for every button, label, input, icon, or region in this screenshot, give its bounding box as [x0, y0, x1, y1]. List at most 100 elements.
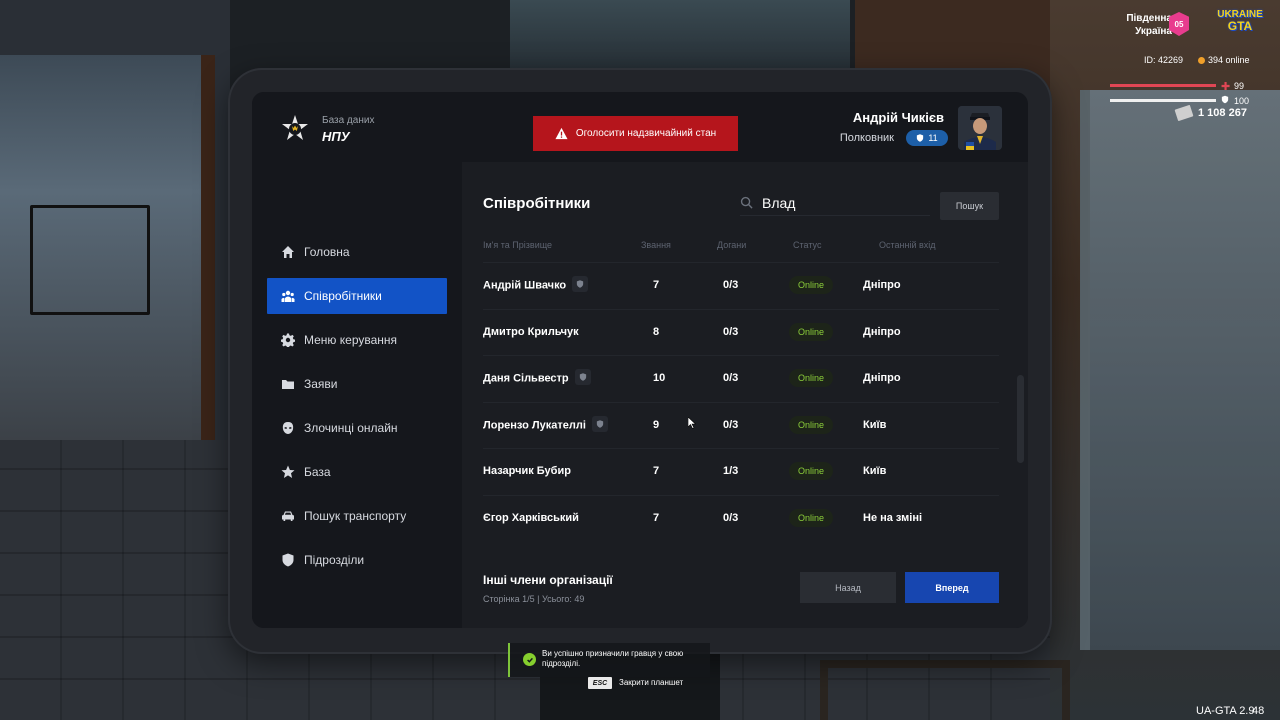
health-value: 99: [1234, 81, 1245, 91]
hud-region: Південна Україна: [1126, 12, 1172, 38]
employee-name-cell: Лорензо Лукателлі: [483, 415, 608, 432]
sidebar-item-criminals-online[interactable]: Злочинці онлайн: [267, 410, 447, 446]
search-icon: [740, 196, 753, 209]
employee-name: Назарчик Бубир: [483, 465, 571, 477]
shield-icon: [281, 553, 295, 567]
scene-window: [0, 55, 215, 445]
column-header-last-login: Останній вхід: [879, 240, 936, 250]
sidebar-item-label: Підрозділи: [304, 553, 365, 567]
employee-name: Єгор Харківський: [483, 511, 579, 524]
warning-icon: [555, 127, 568, 140]
employee-name-cell: Даня Сільвестр: [483, 369, 591, 385]
status-badge: Online: [789, 276, 833, 294]
employee-rank: 7: [653, 465, 660, 477]
employee-last-login: Київ: [863, 465, 887, 477]
employee-rank: 7: [653, 511, 660, 524]
prev-page-button[interactable]: Назад: [800, 572, 896, 603]
emergency-button[interactable]: Оголосити надзвичайний стан: [533, 116, 738, 151]
users-icon: [281, 289, 295, 303]
search-button[interactable]: Пошук: [940, 192, 999, 220]
hud-player-id: ID: 42269: [1144, 55, 1184, 65]
mouse-cursor-icon: [688, 417, 696, 429]
pagination-info: Сторінка 1/5 | Усього: 49: [483, 594, 585, 604]
user-rank: Полковник: [839, 132, 894, 144]
employee-name: Даня Сільвестр: [483, 372, 569, 385]
status-badge: Online: [789, 369, 833, 387]
mask-icon: [281, 421, 295, 435]
server-logo-line2: GTA: [1227, 19, 1253, 33]
sidebar-item-home[interactable]: Головна: [267, 234, 447, 270]
sidebar-item-vehicle-search[interactable]: Пошук транспорту: [267, 498, 447, 534]
employee-rank: 10: [653, 372, 666, 384]
employee-name-cell: Андрій Швачко: [483, 276, 589, 292]
column-header-reprimands: Догани: [717, 240, 747, 250]
home-icon: [281, 245, 295, 259]
employee-name: Лорензо Лукателлі: [483, 418, 586, 431]
armor-shield-icon: [1221, 95, 1229, 104]
employee-last-login: Не на зміні: [863, 511, 923, 524]
armor-value: 100: [1234, 96, 1250, 106]
fps-counter: 48: [1252, 705, 1265, 717]
employee-reprimands: 0/3: [723, 372, 739, 384]
sidebar-item-applications[interactable]: Заяви: [267, 366, 447, 402]
employee-last-login: Київ: [863, 418, 887, 431]
armor-bar: [1110, 99, 1216, 102]
employee-rank: 7: [653, 279, 660, 291]
column-header-status: Статус: [793, 240, 822, 250]
hud-region-line2: Україна: [1135, 26, 1172, 37]
division-badge-icon: [574, 369, 591, 385]
folder-icon: [281, 377, 295, 391]
emergency-button-label: Оголосити надзвичайний стан: [575, 128, 717, 139]
page-title: Співробітники: [483, 195, 591, 212]
hud-online-text: 394 online: [1208, 55, 1250, 65]
table-row[interactable]: Лорензо Лукателлі 9 0/3 Online Київ: [483, 401, 999, 449]
server-logo: UKRAINE GTA: [1212, 10, 1268, 38]
division-badge-icon: [591, 415, 608, 432]
employee-last-login: Дніпро: [863, 325, 901, 338]
success-check-icon: [523, 653, 536, 666]
scene-glass-door: [1080, 90, 1280, 650]
sidebar-item-control-menu[interactable]: Меню керування: [267, 322, 447, 358]
brand-name: НПУ: [322, 129, 350, 144]
rank-level: 11: [928, 133, 938, 143]
next-page-button[interactable]: Вперед: [905, 572, 999, 603]
shield-icon: [917, 134, 924, 142]
health-cross-icon: ✚: [1221, 81, 1231, 93]
employee-rank: 8: [653, 325, 660, 338]
scene-floor-frame: [820, 660, 1070, 720]
avatar[interactable]: [958, 106, 1002, 150]
gear-icon: [281, 333, 295, 347]
table-header: Ім'я та Прізвище Звання Догани Статус Ос…: [483, 240, 999, 260]
employees-table: Андрій Швачко 7 0/3 Online Дніпро Дмитро…: [483, 262, 999, 541]
sidebar-item-employees[interactable]: Співробітники: [267, 278, 447, 314]
employee-last-login: Дніпро: [863, 279, 901, 291]
search-field: [740, 190, 930, 216]
status-badge: Online: [789, 322, 833, 341]
employee-reprimands: 0/3: [723, 325, 739, 338]
employee-reprimands: 1/3: [723, 465, 739, 477]
employee-reprimands: 0/3: [723, 511, 739, 524]
table-row[interactable]: Єгор Харківський 7 0/3 Online Не на змін…: [483, 494, 999, 542]
table-row[interactable]: Назарчик Бубир 7 1/3 Online Київ: [483, 448, 999, 495]
employee-last-login: Дніпро: [863, 372, 901, 384]
table-row[interactable]: Дмитро Крильчук 8 0/3 Online Дніпро: [483, 308, 999, 356]
esc-key-hint: ESC: [588, 677, 612, 689]
sidebar: База даних НПУ Головна Співробітники Мен…: [252, 92, 462, 628]
table-row[interactable]: Даня Сільвестр 10 0/3 Online Дніпро: [483, 355, 999, 402]
search-input[interactable]: [762, 194, 922, 211]
close-tablet-hint: Закрити планшет: [619, 678, 684, 687]
sidebar-item-divisions[interactable]: Підрозділи: [267, 542, 447, 578]
employee-reprimands: 0/3: [723, 279, 739, 291]
employee-rank: 9: [653, 418, 660, 431]
column-header-rank: Звання: [641, 240, 671, 250]
sidebar-item-label: Головна: [304, 245, 350, 259]
table-scrollbar[interactable]: [1017, 375, 1024, 463]
sidebar-item-label: Заяви: [304, 377, 338, 391]
sidebar-item-label: Меню керування: [304, 333, 398, 347]
sidebar-item-label: База: [304, 465, 331, 479]
sidebar-item-database[interactable]: База: [267, 454, 447, 490]
employee-name: Дмитро Крильчук: [483, 325, 579, 338]
employee-name: Андрій Швачко: [483, 279, 567, 292]
car-icon: [281, 509, 295, 523]
table-row[interactable]: Андрій Швачко 7 0/3 Online Дніпро: [483, 262, 999, 309]
